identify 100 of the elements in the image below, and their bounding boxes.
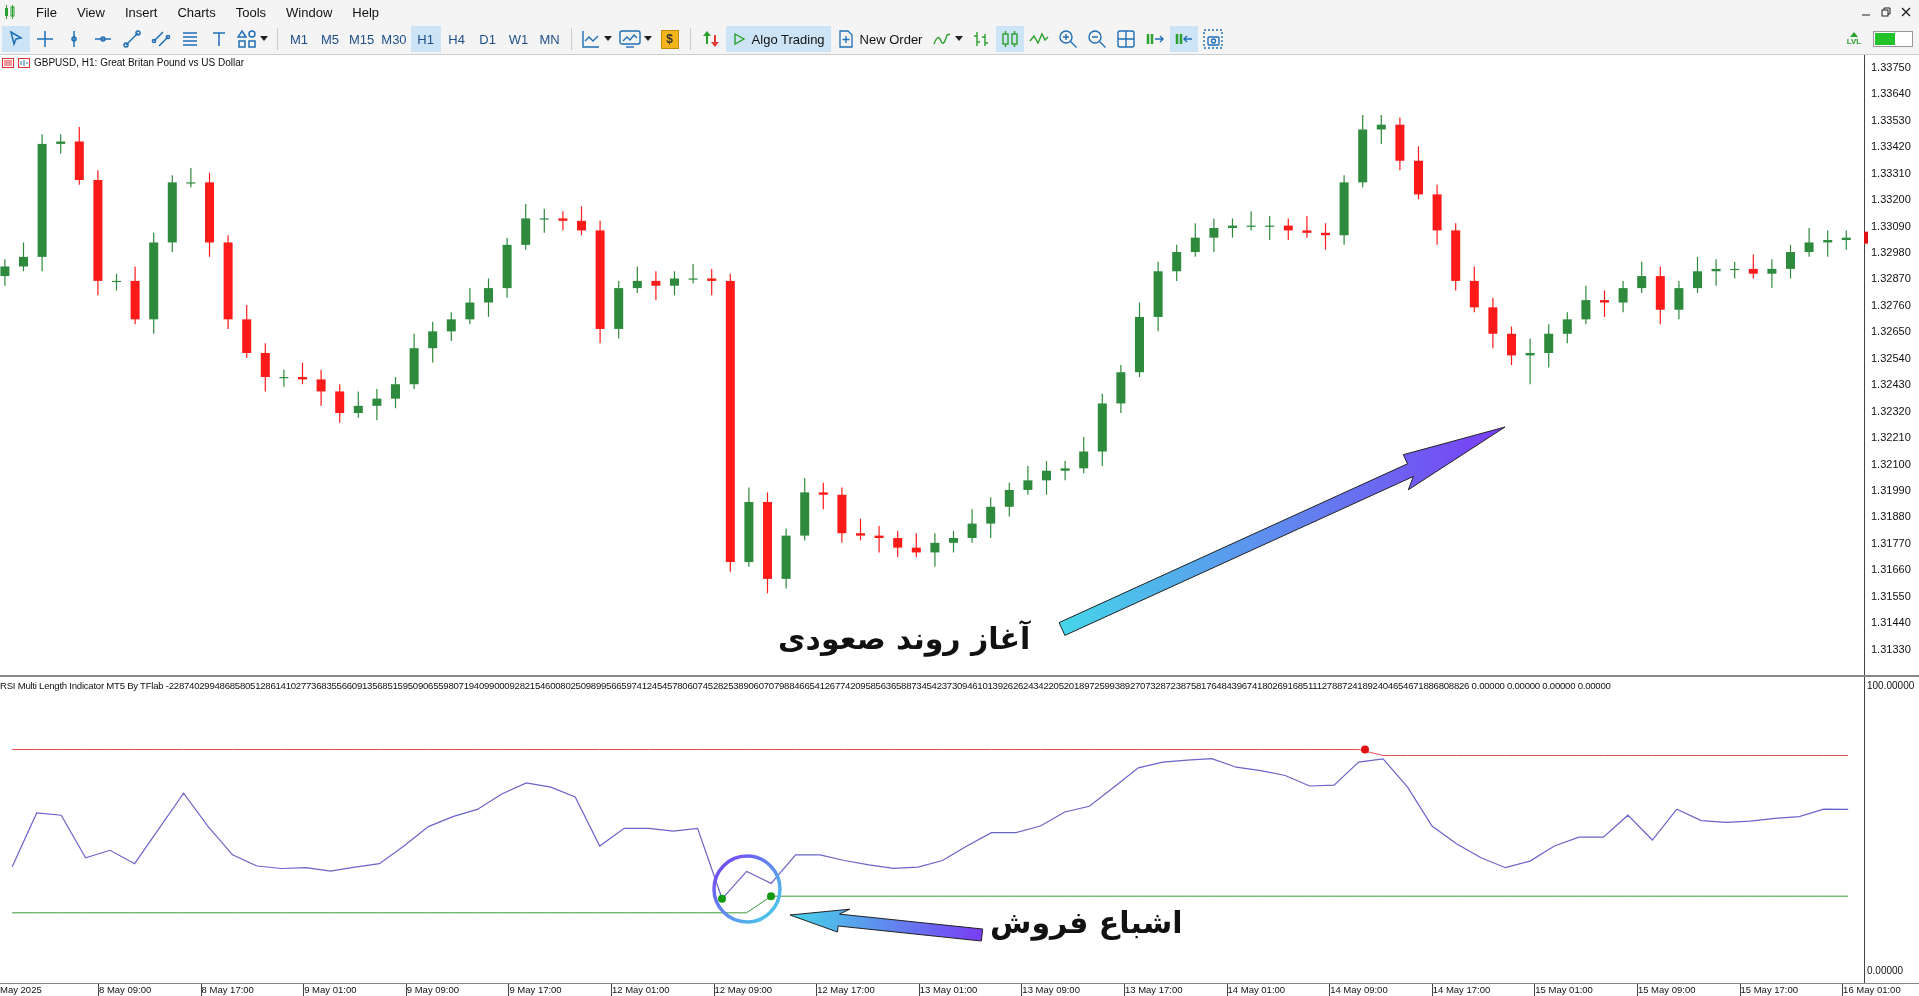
indicator-scale-label: 100.00000 <box>1867 680 1915 692</box>
camera-icon <box>1203 29 1224 50</box>
price-label: 1.33640 <box>1871 87 1911 100</box>
candlestick <box>1172 244 1182 282</box>
candlestick <box>446 311 456 342</box>
menu-item[interactable]: Tools <box>225 4 277 20</box>
time-label: 13 May 17:00 <box>1123 984 1227 996</box>
time-label: 14 May 01:00 <box>1226 984 1330 996</box>
price-label: 1.33200 <box>1871 193 1911 206</box>
candlestick <box>1600 290 1609 318</box>
restore-icon[interactable] <box>1881 7 1891 18</box>
zoom-out-icon <box>1087 29 1108 50</box>
price-label: 1.33420 <box>1871 140 1911 153</box>
candlestick-icon <box>1000 29 1021 50</box>
candlestick <box>19 242 28 273</box>
annotation-text: آغاز روند صعودی <box>778 621 1031 657</box>
time-label: 15 May 17:00 <box>1739 984 1843 996</box>
vertical-line-icon <box>71 30 77 49</box>
chart-tool-button[interactable] <box>1170 26 1199 53</box>
monitor-chart-icon <box>618 29 641 50</box>
timeframe-button[interactable]: MN <box>534 26 565 53</box>
candlestick <box>335 383 345 424</box>
time-label: 9 May 01:00 <box>303 984 406 996</box>
menu-item[interactable]: View <box>66 4 115 20</box>
time-label: 8 May 09:00 <box>98 984 201 996</box>
price-label: 1.33750 <box>1871 61 1911 74</box>
candlestick <box>1004 482 1014 518</box>
app-logo-icon <box>4 5 16 20</box>
candlestick <box>1637 261 1647 294</box>
price-marker <box>1864 231 1868 244</box>
price-label: 1.32540 <box>1871 351 1911 364</box>
algo-trading-button[interactable]: Algo Trading <box>725 26 831 53</box>
price-label: 1.32430 <box>1871 378 1911 391</box>
trend-line-icon <box>122 29 142 50</box>
menu-item[interactable]: Window <box>276 4 343 20</box>
timeframe-button[interactable]: M1 <box>284 26 314 53</box>
time-label: 14 May 09:00 <box>1329 984 1432 996</box>
timeframe-button[interactable]: W1 <box>503 26 534 53</box>
horizontal-line-icon <box>94 36 112 43</box>
time-label: 15 May 01:00 <box>1534 984 1637 996</box>
chart-title: GBPUSD, H1: Great Britan Pound vs US Dollar <box>34 57 245 69</box>
price-label: 1.31550 <box>1871 589 1911 602</box>
price-label: 1.33530 <box>1871 114 1911 127</box>
candlestick <box>1023 465 1033 496</box>
time-label: May 2025 <box>0 984 43 996</box>
candlestick <box>949 530 958 554</box>
candlestick <box>1804 227 1814 258</box>
price-label: 1.32320 <box>1871 404 1911 417</box>
candlestick <box>577 205 586 236</box>
chart-icon <box>18 57 30 68</box>
time-label: 9 May 17:00 <box>508 984 611 996</box>
chart-tool-button[interactable] <box>996 26 1025 53</box>
menu-item[interactable]: Help <box>342 4 390 20</box>
grid-icon <box>1116 29 1137 50</box>
menu-item[interactable]: Insert <box>114 4 168 20</box>
candlestick <box>186 167 196 188</box>
candlestick <box>1060 460 1070 482</box>
price-label: 1.31330 <box>1871 642 1911 655</box>
candlestick <box>558 210 568 232</box>
timeframe-button[interactable]: M15 <box>346 26 378 53</box>
price-label: 1.32650 <box>1871 325 1911 338</box>
price-label: 1.33090 <box>1871 219 1911 232</box>
price-label: 1.33310 <box>1871 166 1911 179</box>
close-icon[interactable] <box>1901 7 1911 18</box>
connection-meter-icon <box>1873 31 1913 48</box>
signal-dot <box>718 894 726 903</box>
time-label: 14 May 17:00 <box>1431 984 1535 996</box>
candlestick <box>1042 460 1051 496</box>
candlestick <box>1190 222 1200 258</box>
candlestick <box>893 530 903 559</box>
shapes-icon <box>237 29 257 50</box>
candlestick <box>818 482 828 510</box>
timeframe-button[interactable]: H1 <box>410 26 441 53</box>
candlestick <box>465 287 475 325</box>
caret-icon <box>603 36 612 43</box>
menu-item[interactable]: Charts <box>167 4 226 20</box>
candlestick <box>316 369 326 407</box>
timeframe-button[interactable]: H4 <box>441 26 472 53</box>
tool-button[interactable] <box>2 26 30 53</box>
candlestick <box>1581 285 1591 325</box>
candlestick <box>1507 326 1516 366</box>
price-label: 1.32100 <box>1871 457 1911 470</box>
candlestick <box>353 391 363 419</box>
menu-item[interactable]: File <box>26 4 67 20</box>
up-arrow-icon <box>1849 32 1859 39</box>
candlestick <box>707 268 717 297</box>
price-label: 1.31880 <box>1871 510 1911 523</box>
timeframe-button[interactable]: M5 <box>315 26 345 53</box>
price-label: 1.31440 <box>1871 616 1911 629</box>
candlestick <box>632 266 642 294</box>
caret-icon <box>643 36 652 43</box>
market-button[interactable]: $ <box>655 26 684 53</box>
timeframe-button[interactable]: D1 <box>472 26 503 53</box>
candlestick <box>986 496 996 539</box>
new-order-button[interactable]: New Order <box>831 26 929 53</box>
time-label: 13 May 09:00 <box>1021 984 1124 996</box>
price-label: 1.31660 <box>1871 563 1911 576</box>
candlestick <box>856 518 865 542</box>
crosshair-icon <box>35 29 55 50</box>
timeframe-button[interactable]: M30 <box>378 26 410 53</box>
